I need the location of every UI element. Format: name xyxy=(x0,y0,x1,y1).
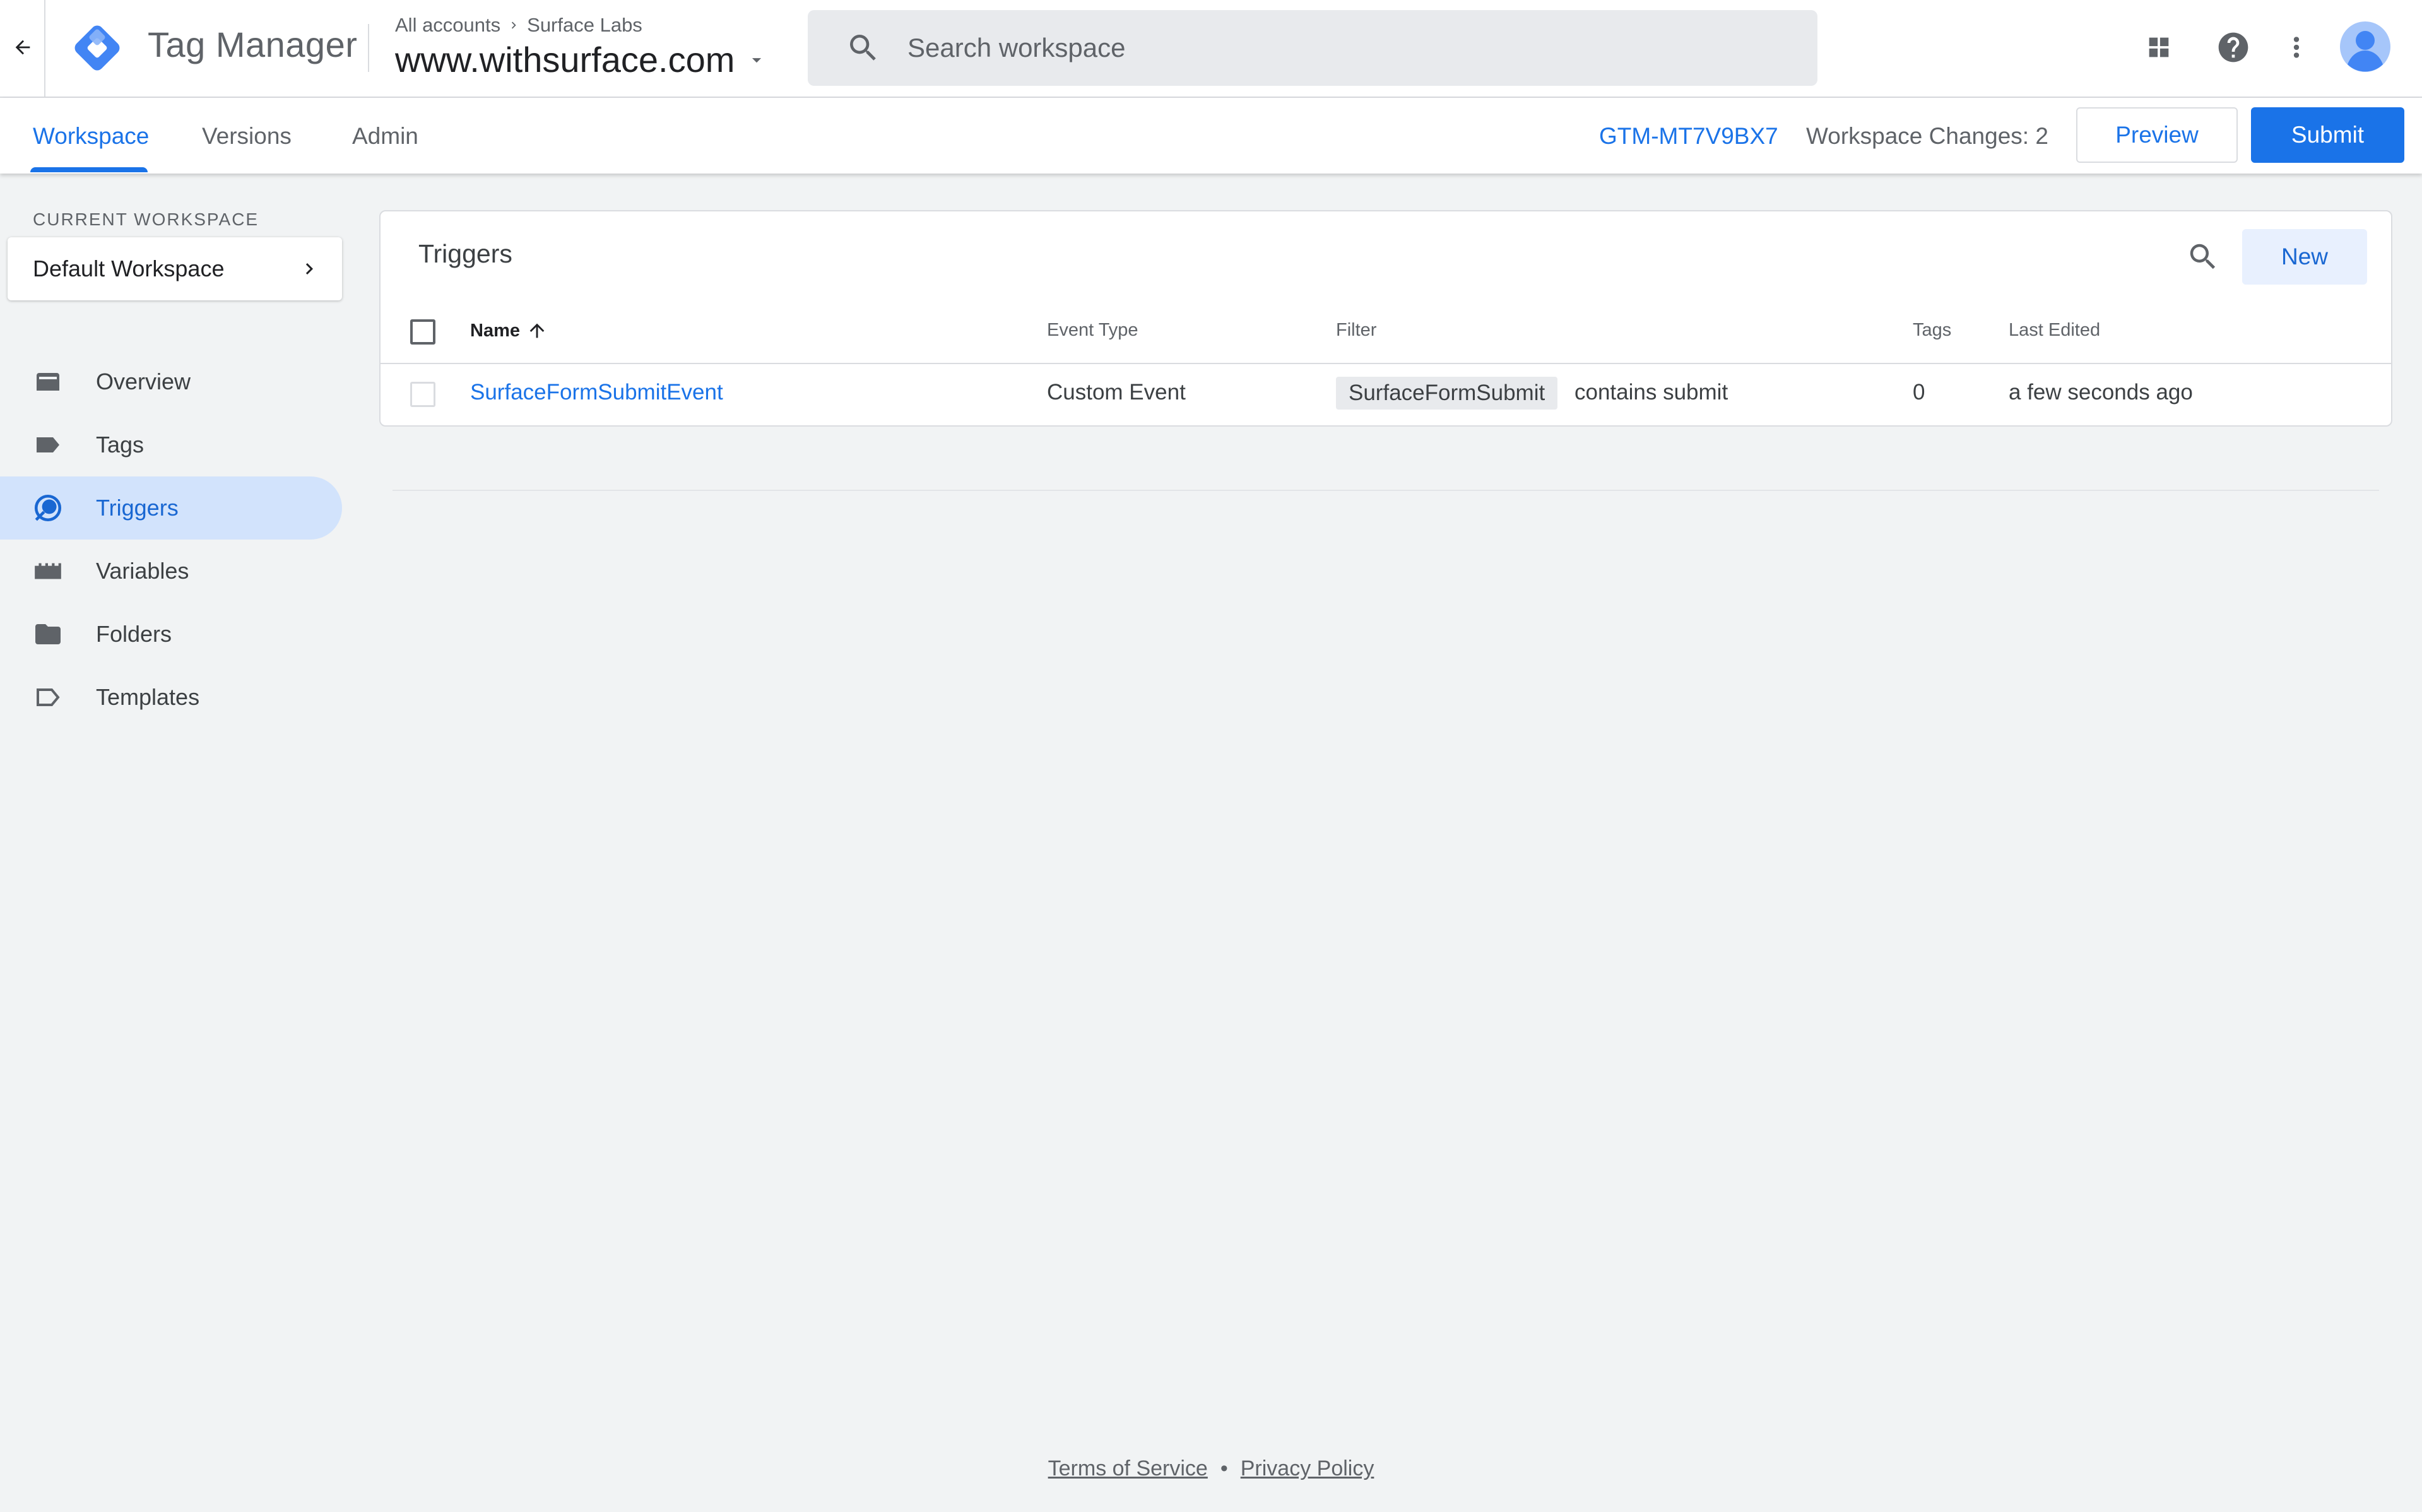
back-arrow-icon[interactable] xyxy=(5,25,40,69)
tab-versions[interactable]: Versions xyxy=(202,123,292,150)
terms-of-service-link[interactable]: Terms of Service xyxy=(1048,1456,1208,1481)
folder-icon xyxy=(32,618,64,651)
container-name: www.withsurface.com xyxy=(395,40,735,80)
product-name: Tag Manager xyxy=(148,25,358,64)
tag-manager-logo-icon xyxy=(71,21,124,74)
sidebar-item-overview[interactable]: Overview xyxy=(0,350,342,413)
sidebar-item-label: Tags xyxy=(96,432,145,458)
sidebar-item-tags[interactable]: Tags xyxy=(0,413,342,476)
new-trigger-button[interactable]: New xyxy=(2242,229,2367,285)
more-vert-icon[interactable] xyxy=(2274,25,2319,69)
search-icon[interactable] xyxy=(2180,234,2226,280)
chevron-right-icon xyxy=(305,263,313,275)
column-header-filter[interactable]: Filter xyxy=(1336,320,1376,341)
divider xyxy=(381,363,2391,364)
sidebar-item-folders[interactable]: Folders xyxy=(0,603,342,666)
breadcrumb: All accounts Surface Labs xyxy=(395,14,642,37)
tab-workspace[interactable]: Workspace xyxy=(33,123,149,150)
triggers-card: Triggers New Name Event Type Filter Tags… xyxy=(379,210,2392,427)
search-bar[interactable] xyxy=(808,10,1817,86)
last-edited-cell: a few seconds ago xyxy=(2009,380,2193,405)
active-tab-indicator xyxy=(30,167,148,172)
breadcrumb-all-accounts[interactable]: All accounts xyxy=(395,14,500,37)
column-header-tags[interactable]: Tags xyxy=(1913,320,1951,341)
workspace-selector[interactable]: Default Workspace xyxy=(8,237,342,300)
column-header-last-edited[interactable]: Last Edited xyxy=(2009,320,2100,341)
preview-button[interactable]: Preview xyxy=(2076,107,2238,163)
variables-icon xyxy=(32,555,64,588)
sidebar-item-triggers[interactable]: Triggers xyxy=(0,476,342,540)
container-id-link[interactable]: GTM-MT7V9BX7 xyxy=(1599,123,1778,150)
search-input[interactable] xyxy=(906,32,1729,64)
tag-icon xyxy=(32,428,64,461)
account-avatar-icon[interactable] xyxy=(2339,20,2392,73)
workspace-nav-bar: Workspace Versions Admin GTM-MT7V9BX7 Wo… xyxy=(0,98,2422,174)
workspace-changes-count: Workspace Changes: 2 xyxy=(1806,123,2048,149)
privacy-policy-link[interactable]: Privacy Policy xyxy=(1241,1456,1374,1481)
apps-grid-icon[interactable] xyxy=(2137,25,2181,69)
sidebar-item-label: Variables xyxy=(96,558,189,584)
sidebar-item-label: Folders xyxy=(96,621,172,647)
sidebar-item-label: Triggers xyxy=(96,495,179,521)
help-icon[interactable] xyxy=(2211,25,2255,69)
column-header-name[interactable]: Name xyxy=(470,320,548,341)
sidebar-item-templates[interactable]: Templates xyxy=(0,666,342,729)
dropdown-arrow-icon xyxy=(752,57,762,62)
submit-button[interactable]: Submit xyxy=(2251,107,2404,163)
trigger-name-link[interactable]: SurfaceFormSubmitEvent xyxy=(470,380,723,405)
top-app-bar: Tag Manager All accounts Surface Labs ww… xyxy=(0,0,2422,98)
footer-separator: • xyxy=(1220,1456,1228,1480)
breadcrumb-account[interactable]: Surface Labs xyxy=(527,14,642,37)
workspace-name: Default Workspace xyxy=(33,256,225,281)
divider xyxy=(44,0,45,97)
sidebar-item-variables[interactable]: Variables xyxy=(0,540,342,603)
event-type-cell: Custom Event xyxy=(1047,380,1186,405)
sidebar-item-label: Templates xyxy=(96,684,200,710)
chevron-right-icon xyxy=(512,21,516,29)
container-selector[interactable]: www.withsurface.com xyxy=(395,39,767,80)
search-icon xyxy=(850,35,876,61)
divider xyxy=(368,24,369,72)
footer: Terms of Service • Privacy Policy xyxy=(0,1456,2422,1481)
divider xyxy=(393,490,2379,491)
select-all-checkbox[interactable] xyxy=(410,319,435,345)
tags-count-cell: 0 xyxy=(1913,380,1925,405)
trigger-icon xyxy=(32,492,64,524)
column-header-event-type[interactable]: Event Type xyxy=(1047,320,1138,341)
filter-condition-cell: contains submit xyxy=(1574,380,1728,405)
sidebar-item-label: Overview xyxy=(96,369,191,394)
card-title: Triggers xyxy=(418,239,512,268)
tab-admin[interactable]: Admin xyxy=(352,123,418,150)
template-icon xyxy=(32,681,64,714)
column-header-name-label: Name xyxy=(470,320,520,341)
filter-variable-chip: SurfaceFormSubmit xyxy=(1336,377,1558,410)
current-workspace-label: CURRENT WORKSPACE xyxy=(33,210,259,229)
row-checkbox[interactable] xyxy=(410,382,435,407)
sort-ascending-icon xyxy=(529,323,545,338)
overview-icon xyxy=(32,365,64,398)
